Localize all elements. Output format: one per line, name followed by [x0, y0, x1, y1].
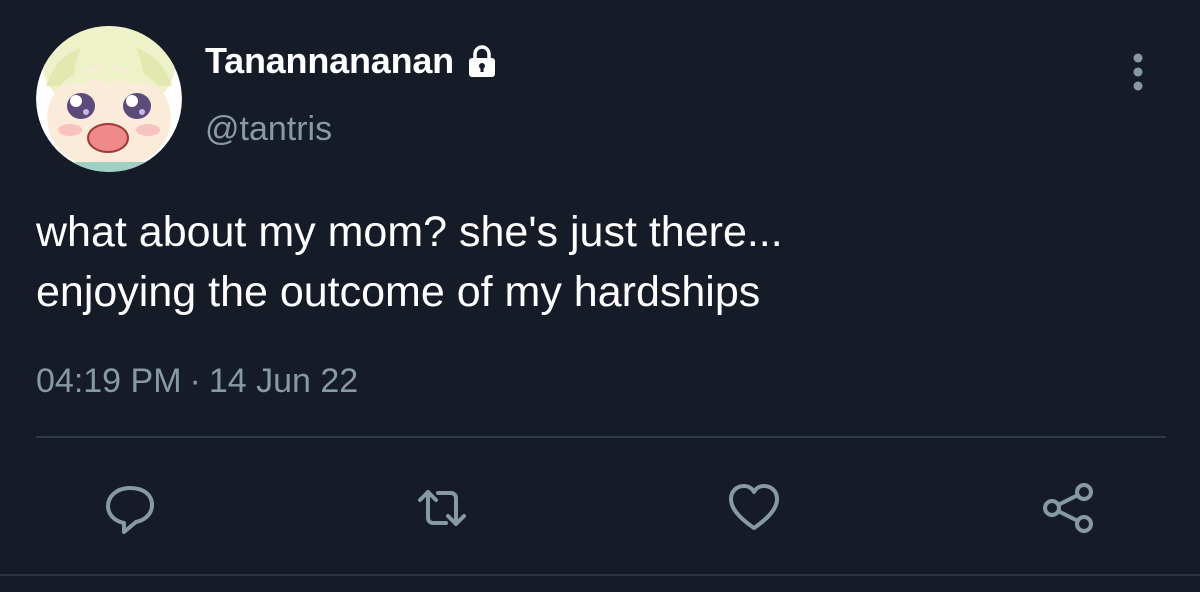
divider	[36, 436, 1166, 438]
like-button[interactable]	[724, 478, 784, 538]
avatar[interactable]	[36, 26, 182, 172]
retweet-button[interactable]	[412, 478, 472, 538]
tweet-text-line: enjoying the outcome of my hardships	[36, 268, 761, 316]
tweet-time: 04:19 PM	[36, 362, 182, 400]
more-vertical-icon[interactable]	[1124, 50, 1152, 94]
reply-button[interactable]	[100, 478, 160, 538]
reply-icon	[106, 486, 154, 534]
share-button[interactable]	[1038, 478, 1098, 538]
display-name-text: Tanannananan	[205, 40, 454, 81]
retweet-icon	[418, 490, 466, 526]
tweet-date: 14 Jun 22	[208, 362, 359, 400]
tweet-card: Tanannananan @tantris what about my mom?…	[0, 0, 1200, 592]
bottom-divider	[0, 574, 1200, 576]
avatar-image	[36, 26, 182, 172]
heart-icon	[729, 484, 779, 530]
tweet-text: what about my mom? she's just there... e…	[36, 202, 1156, 322]
lock-icon	[468, 45, 495, 77]
display-name[interactable]: Tanannananan	[205, 40, 500, 82]
tweet-text-line: what about my mom? she's just there...	[36, 208, 783, 256]
share-icon	[1043, 483, 1093, 533]
meta-separator: ·	[189, 362, 201, 400]
tweet-timestamp[interactable]: 04:19 PM · 14 Jun 22	[36, 362, 358, 401]
user-handle[interactable]: @tantris	[205, 110, 332, 149]
